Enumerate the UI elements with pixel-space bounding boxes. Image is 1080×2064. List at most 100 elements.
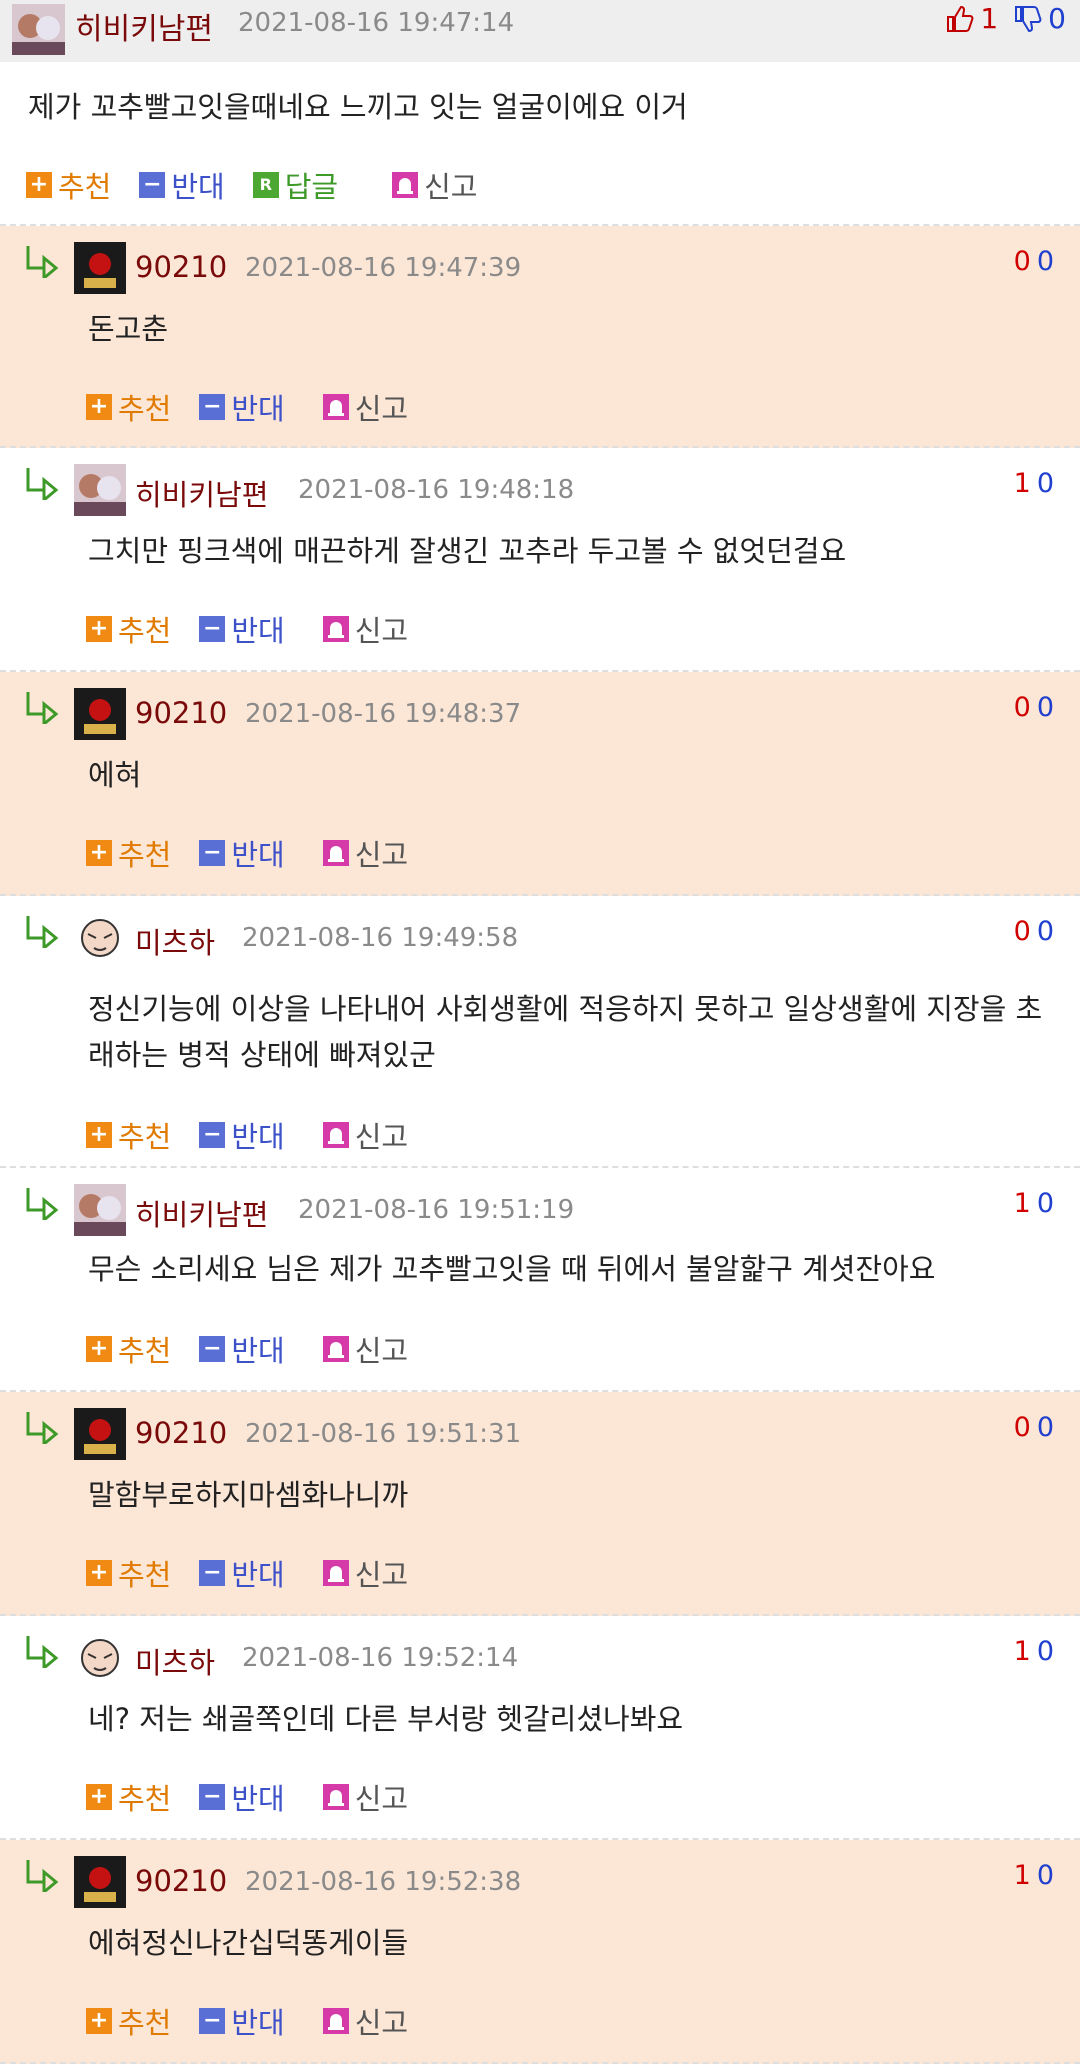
recommend-button[interactable]: + 추천 xyxy=(86,608,171,650)
user-avatar-icon[interactable] xyxy=(74,1632,126,1684)
reply-actions: + 추천 − 반대 신고 xyxy=(86,386,436,428)
report-button[interactable]: 신고 xyxy=(322,608,408,650)
report-button[interactable]: 신고 xyxy=(322,1776,408,1818)
reply-text: 돈고춘 xyxy=(88,312,169,346)
oppose-button[interactable]: − 반대 xyxy=(199,1114,285,1156)
reply-text: 에혀정신나간십덕똥게이들 xyxy=(88,1926,409,1960)
reply-author[interactable]: 미츠하 xyxy=(135,920,215,962)
reply-author[interactable]: 90210 xyxy=(135,1416,227,1450)
reply-scores: 10 xyxy=(1014,468,1054,499)
user-avatar-icon[interactable] xyxy=(74,464,126,516)
report-button[interactable]: 신고 xyxy=(322,1328,408,1370)
reply-item: 미츠하 2021-08-16 19:49:58 0 0 정신기능에 이상을 나타내어 사… xyxy=(0,896,1080,1168)
reply-actions: + 추천 − 반대 신고 xyxy=(86,1552,436,1594)
reply-author[interactable]: 90210 xyxy=(135,1864,227,1898)
reply-item: 히비키남편 2021-08-16 19:51:19 1 0 무슨 소리세요 님은 제가 … xyxy=(0,1168,1080,1392)
post-body: 제가 꼬추빨고잇을때네요 느끼고 잇는 얼굴이에요 이거 xyxy=(28,90,688,124)
post-down-count: 0 xyxy=(1048,2,1066,35)
oppose-button[interactable]: − 반대 xyxy=(199,832,285,874)
report-button[interactable]: 신고 xyxy=(322,2000,408,2042)
report-button[interactable]: 신고 xyxy=(322,1114,408,1156)
minus-icon: − xyxy=(199,1784,226,1810)
report-button[interactable]: 신고 xyxy=(322,386,408,428)
reply-down-count: 0 xyxy=(1036,916,1054,947)
reply-actions: + 추천 − 반대 신고 xyxy=(86,2000,436,2042)
reply-down-count: 0 xyxy=(1036,246,1054,277)
siren-icon xyxy=(392,172,419,198)
reply-scores: 10 xyxy=(1014,1636,1054,1667)
siren-icon xyxy=(322,1560,349,1586)
minus-icon: − xyxy=(139,172,166,198)
reply-author[interactable]: 90210 xyxy=(135,250,227,284)
recommend-button[interactable]: + 추천 xyxy=(26,164,111,206)
reply-date: 2021-08-16 19:49:58 xyxy=(242,923,519,953)
user-avatar-icon[interactable] xyxy=(74,1184,126,1236)
oppose-button[interactable]: − 반대 xyxy=(139,164,225,206)
reply-down-count: 0 xyxy=(1036,1188,1054,1219)
user-avatar-icon[interactable] xyxy=(74,912,126,964)
user-avatar-icon[interactable] xyxy=(74,1856,126,1908)
reply-down-count: 0 xyxy=(1036,468,1054,499)
reply-up-count: 1 xyxy=(1013,1860,1031,1891)
siren-icon xyxy=(322,394,349,420)
minus-icon: − xyxy=(199,1336,226,1362)
post-author[interactable]: 히비키남편 xyxy=(75,4,213,48)
reply-text: 말함부로하지마셈화나니까 xyxy=(88,1478,409,1512)
minus-icon: − xyxy=(199,394,226,420)
reply-icon: R xyxy=(252,172,279,198)
reply-arrow-icon xyxy=(26,692,59,724)
reply-down-count: 0 xyxy=(1036,692,1054,723)
reply-up-count: 1 xyxy=(1013,468,1031,499)
reply-author[interactable]: 히비키남편 xyxy=(135,472,268,514)
oppose-button[interactable]: − 반대 xyxy=(199,386,285,428)
reply-down-count: 0 xyxy=(1036,1636,1054,1667)
post-header: 히비키남편 2021-08-16 19:47:14 1 0 xyxy=(0,0,1080,62)
reply-scores: 00 xyxy=(1014,1412,1054,1443)
oppose-button[interactable]: − 반대 xyxy=(199,2000,285,2042)
oppose-button[interactable]: − 반대 xyxy=(199,608,285,650)
user-avatar-icon[interactable] xyxy=(74,688,126,740)
plus-icon: + xyxy=(86,616,112,642)
siren-icon xyxy=(322,1336,349,1362)
plus-icon: + xyxy=(86,2008,112,2034)
recommend-button[interactable]: + 추천 xyxy=(86,832,171,874)
reply-scores: 10 xyxy=(1014,1860,1054,1891)
reply-author[interactable]: 미츠하 xyxy=(135,1640,215,1682)
recommend-button[interactable]: + 추천 xyxy=(86,1776,171,1818)
report-button[interactable]: 신고 xyxy=(322,1552,408,1594)
reply-text: 그치만 핑크색에 매끈하게 잘생긴 꼬추라 두고볼 수 없엇던걸요 xyxy=(88,534,847,568)
recommend-button[interactable]: + 추천 xyxy=(86,1328,171,1370)
thumbs-up-icon[interactable] xyxy=(944,4,974,34)
reply-item: 90210 2021-08-16 19:52:38 1 0 에혀정신나간십덕똥게이들 + 추… xyxy=(0,1840,1080,2064)
reply-date: 2021-08-16 19:51:31 xyxy=(245,1419,522,1449)
reply-item: 90210 2021-08-16 19:51:31 0 0 말함부로하지마셈화나니까 + 추… xyxy=(0,1392,1080,1616)
report-button[interactable]: 신고 xyxy=(392,164,478,206)
thumbs-down-icon[interactable] xyxy=(1012,4,1042,34)
recommend-button[interactable]: + 추천 xyxy=(86,1552,171,1594)
user-avatar-icon[interactable] xyxy=(12,4,65,55)
recommend-button[interactable]: + 추천 xyxy=(86,2000,171,2042)
recommend-button[interactable]: + 추천 xyxy=(86,1114,171,1156)
minus-icon: − xyxy=(199,1560,226,1586)
recommend-button[interactable]: + 추천 xyxy=(86,386,171,428)
user-avatar-icon[interactable] xyxy=(74,242,126,294)
user-avatar-icon[interactable] xyxy=(74,1408,126,1460)
reply-author[interactable]: 히비키남편 xyxy=(135,1192,268,1234)
reply-up-count: 0 xyxy=(1013,692,1031,723)
oppose-button[interactable]: − 반대 xyxy=(199,1552,285,1594)
oppose-button[interactable]: − 반대 xyxy=(199,1776,285,1818)
reply-scores: 10 xyxy=(1014,1188,1054,1219)
plus-icon: + xyxy=(86,1784,112,1810)
reply-scores: 00 xyxy=(1014,916,1054,947)
reply-text: 정신기능에 이상을 나타내어 사회생활에 적응하지 못하고 일상생활에 지장을 … xyxy=(88,992,1043,1072)
minus-icon: − xyxy=(199,616,226,642)
reply-arrow-icon xyxy=(26,916,59,948)
oppose-button[interactable]: − 반대 xyxy=(199,1328,285,1370)
report-button[interactable]: 신고 xyxy=(322,832,408,874)
reply-date: 2021-08-16 19:52:14 xyxy=(242,1643,519,1673)
reply-arrow-icon xyxy=(26,468,59,500)
reply-date: 2021-08-16 19:48:18 xyxy=(298,475,575,505)
siren-icon xyxy=(322,840,349,866)
reply-button[interactable]: R 답글 xyxy=(252,164,338,206)
reply-author[interactable]: 90210 xyxy=(135,696,227,730)
